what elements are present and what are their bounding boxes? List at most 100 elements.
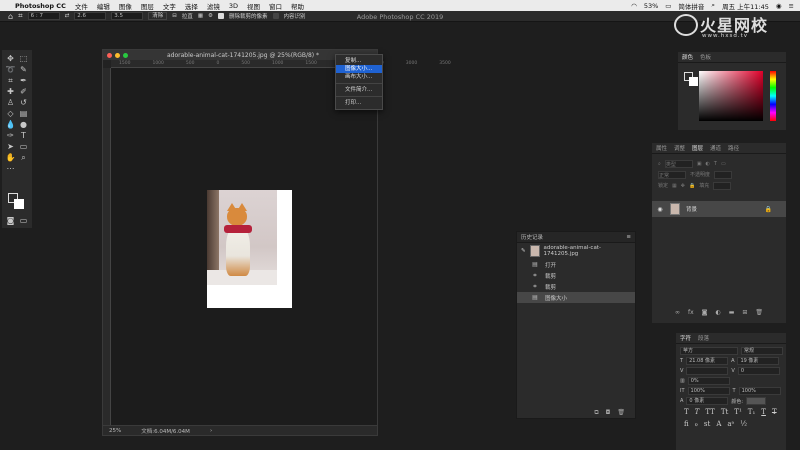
new-group-icon[interactable]: ▬ <box>729 309 735 319</box>
underline-icon[interactable]: T <box>761 408 766 416</box>
tab-paths[interactable]: 路径 <box>728 144 739 152</box>
menu-window[interactable]: 窗口 <box>269 1 282 11</box>
history-brush-source-icon[interactable]: ✎ <box>521 248 526 254</box>
tab-character[interactable]: 字符 <box>680 334 691 342</box>
hue-slider[interactable] <box>770 71 776 121</box>
battery-icon[interactable]: ▭ <box>665 2 671 10</box>
ratio-field[interactable]: 6 : 7 <box>27 12 60 20</box>
screen-mode-icon[interactable]: ▭ <box>17 215 30 226</box>
fraction-icon[interactable]: ½ <box>740 420 747 428</box>
straighten-label[interactable]: 拉直 <box>182 12 193 20</box>
delete-cropped-checkbox[interactable] <box>217 13 224 19</box>
link-layers-icon[interactable]: ∞ <box>675 309 680 319</box>
vertical-ruler[interactable] <box>103 68 111 425</box>
tab-color[interactable]: 颜色 <box>682 53 693 61</box>
panel-background-swatch[interactable] <box>689 77 698 86</box>
strikethrough-icon[interactable]: T <box>772 408 777 416</box>
menu-edit[interactable]: 编辑 <box>97 1 110 11</box>
eyedropper-icon[interactable]: ✒ <box>17 75 30 86</box>
tsume-field[interactable]: 0% <box>687 377 730 385</box>
trash-icon[interactable]: 🗑 <box>617 409 625 416</box>
document-canvas[interactable] <box>111 68 377 425</box>
swap-icon[interactable]: ⇄ <box>65 13 70 19</box>
menu-view[interactable]: 视图 <box>247 1 260 11</box>
menu-help[interactable]: 帮助 <box>291 1 304 11</box>
pen-tool-icon[interactable]: ✑ <box>4 130 17 141</box>
type-tool-icon[interactable]: T <box>17 130 30 141</box>
straighten-icon[interactable]: ⊟ <box>172 13 177 19</box>
grid-overlay-icon[interactable]: ▦ <box>198 13 203 19</box>
doc-info[interactable]: 文档:6.04M/6.04M <box>141 427 190 435</box>
layer-kind-select[interactable]: 类型 <box>664 159 693 168</box>
input-method[interactable]: 简体拼音 <box>678 1 704 11</box>
color-picker-field[interactable] <box>699 71 763 121</box>
faux-bold-icon[interactable]: T <box>684 408 689 416</box>
baseline-field[interactable]: 0 像素 <box>686 397 729 405</box>
crop-tool-icon[interactable]: ⌗ <box>18 11 23 21</box>
menu-layer[interactable]: 图层 <box>141 1 154 11</box>
lock-icon[interactable]: 🔒 <box>765 206 772 213</box>
home-icon[interactable]: ⌂ <box>8 12 13 21</box>
background-color-swatch[interactable] <box>14 199 24 209</box>
filter-shape-icon[interactable]: ▭ <box>721 161 726 167</box>
tab-properties[interactable]: 属性 <box>656 144 667 152</box>
all-caps-icon[interactable]: TT <box>705 408 714 416</box>
menu-type[interactable]: 文字 <box>163 1 176 11</box>
menu-item-file-info[interactable]: 文件简介... <box>336 86 382 94</box>
menu-image[interactable]: 图像 <box>119 1 132 11</box>
subscript-icon[interactable]: T₁ <box>748 408 755 416</box>
zoom-window-button[interactable] <box>123 52 128 58</box>
faux-italic-icon[interactable]: T <box>695 408 700 416</box>
menu-item-image-size[interactable]: 图像大小... <box>336 65 382 73</box>
marquee-tool-icon[interactable]: ⬚ <box>17 53 30 64</box>
layer-style-icon[interactable]: fx <box>688 309 694 319</box>
history-panel-header[interactable]: 历史记录 ≡ <box>517 232 635 243</box>
zoom-level[interactable]: 25% <box>109 428 121 434</box>
ordinal-icon[interactable]: aᵃ <box>727 420 734 428</box>
healing-brush-icon[interactable]: ✚ <box>4 86 17 97</box>
swash-icon[interactable]: ℴ <box>695 420 698 428</box>
eye-icon[interactable]: ◉ <box>656 206 664 213</box>
tab-channels[interactable]: 通道 <box>710 144 721 152</box>
font-family-select[interactable]: 苹方 <box>680 347 738 355</box>
menu-app-name[interactable]: Photoshop CC <box>15 2 66 10</box>
blend-mode-select[interactable]: 正常 <box>658 170 686 179</box>
lock-all-icon[interactable]: 🔒 <box>689 183 695 189</box>
search-icon[interactable]: ⌕ <box>711 1 715 10</box>
lasso-tool-icon[interactable]: ➰ <box>4 64 17 75</box>
new-document-from-state-icon[interactable]: ⧉ <box>594 409 598 417</box>
font-size-field[interactable]: 21.08 像素 <box>686 357 729 365</box>
quick-mask-icon[interactable]: ◙ <box>4 215 17 226</box>
camera-icon[interactable]: ◘ <box>606 409 611 416</box>
kerning-field[interactable] <box>686 367 729 375</box>
content-aware-checkbox[interactable] <box>272 13 279 19</box>
history-state-selected[interactable]: ▤ 图像大小 <box>517 292 635 303</box>
menu-file[interactable]: 文件 <box>75 1 88 11</box>
tab-adjustments[interactable]: 调整 <box>674 144 685 152</box>
trash-icon[interactable]: 🗑 <box>755 309 763 319</box>
horizontal-scale-field[interactable]: 100% <box>738 387 781 395</box>
shape-tool-icon[interactable]: ▭ <box>17 141 30 152</box>
gear-icon[interactable]: ⚙ <box>208 13 213 19</box>
eraser-icon[interactable]: ◇ <box>4 108 17 119</box>
menu-item-print[interactable]: 打印... <box>336 99 382 107</box>
brush-tool-icon[interactable]: ✐ <box>17 86 30 97</box>
wifi-icon[interactable]: ◠ <box>631 2 637 10</box>
history-state[interactable]: ▤ 打开 <box>517 259 635 270</box>
tab-layers[interactable]: 图层 <box>692 144 703 152</box>
close-window-button[interactable] <box>107 52 112 58</box>
filter-type-icon[interactable]: T <box>714 161 717 167</box>
quick-select-icon[interactable]: ✎ <box>17 64 30 75</box>
fill-field[interactable] <box>713 181 732 190</box>
history-snapshot[interactable]: ✎ adorable-animal-cat-1741205.jpg <box>517 243 635 259</box>
clear-button[interactable]: 清除 <box>148 12 168 20</box>
zoom-tool-icon[interactable]: ⌕ <box>17 152 30 163</box>
height-field[interactable]: 3.5 <box>111 12 144 20</box>
history-brush-icon[interactable]: ↺ <box>17 97 30 108</box>
lock-position-icon[interactable]: ✥ <box>681 183 685 189</box>
path-select-icon[interactable]: ➤ <box>4 141 17 152</box>
tab-swatches[interactable]: 色板 <box>700 53 711 61</box>
adjustment-layer-icon[interactable]: ◐ <box>715 309 720 319</box>
tab-paragraph[interactable]: 段落 <box>698 334 709 342</box>
lock-pixels-icon[interactable]: ▦ <box>672 183 677 189</box>
